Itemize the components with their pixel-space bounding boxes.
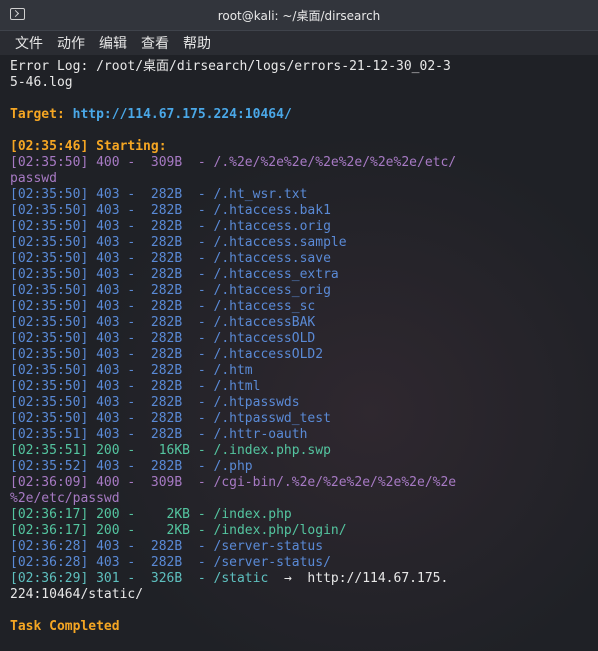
scan-result-line: [02:36:09] 400 - 309B - /cgi-bin/.%2e/%2… bbox=[10, 475, 457, 490]
scan-result-line: [02:36:17] 200 - 2KB - /index.php/login/ bbox=[10, 523, 347, 538]
task-completed-line: Task Completed bbox=[10, 619, 120, 634]
redirect-prefix: [02:36:29] 301 - 326B - /static bbox=[10, 571, 284, 586]
error-log-line: Error Log: /root/桌面/dirsearch/logs/error… bbox=[10, 59, 451, 74]
target-line: Target: http://114.67.175.224:10464/ bbox=[10, 107, 588, 123]
terminal-window: root@kali: ~/桌面/dirsearch 文件 动作 编辑 查看 帮助… bbox=[0, 0, 598, 651]
scan-result-line: [02:36:17] 200 - 2KB - /index.php bbox=[10, 507, 292, 522]
menu-bar: 文件 动作 编辑 查看 帮助 bbox=[0, 31, 598, 55]
scan-result-line: [02:35:51] 403 - 282B - /.httr-oauth bbox=[10, 427, 308, 442]
scan-result-line: passwd bbox=[10, 171, 57, 186]
terminal-icon bbox=[10, 8, 25, 20]
scan-result-line: [02:35:50] 403 - 282B - /.htaccess.orig bbox=[10, 219, 331, 234]
menu-edit[interactable]: 编辑 bbox=[99, 33, 127, 53]
scan-result-line: [02:35:50] 403 - 282B - /.htpasswd_test bbox=[10, 411, 331, 426]
arrow-icon: → bbox=[283, 571, 292, 586]
scan-result-line: [02:35:50] 403 - 282B - /.ht_wsr.txt bbox=[10, 187, 308, 202]
scan-result-line: [02:35:50] 403 - 282B - /.htm bbox=[10, 363, 253, 378]
window-title: root@kali: ~/桌面/dirsearch bbox=[217, 8, 381, 23]
scan-result-line: [02:35:51] 200 - 16KB - /.index.php.swp bbox=[10, 443, 331, 458]
scan-result-line: %2e/etc/passwd bbox=[10, 491, 120, 506]
scan-result-line: [02:36:28] 403 - 282B - /server-status bbox=[10, 539, 324, 554]
scan-result-line: [02:36:28] 403 - 282B - /server-status/ bbox=[10, 555, 331, 570]
scan-result-line: [02:35:52] 403 - 282B - /.php bbox=[10, 459, 253, 474]
scan-result-line: [02:35:50] 403 - 282B - /.htaccess_orig bbox=[10, 283, 331, 298]
scan-result-line: [02:35:50] 403 - 282B - /.htaccessOLD bbox=[10, 331, 316, 346]
menu-file[interactable]: 文件 bbox=[15, 33, 43, 53]
redirect-line-wrap: 224:10464/static/ bbox=[10, 587, 144, 602]
menu-view[interactable]: 查看 bbox=[141, 33, 169, 53]
scan-result-line: [02:35:50] 403 - 282B - /.htpasswds bbox=[10, 395, 300, 410]
menu-help[interactable]: 帮助 bbox=[183, 33, 211, 53]
scan-result-line: [02:35:50] 403 - 282B - /.htaccessOLD2 bbox=[10, 347, 324, 362]
scan-results: [02:35:50] 400 - 309B - /.%2e/%2e%2e/%2e… bbox=[10, 155, 588, 571]
scan-result-line: [02:35:50] 403 - 282B - /.htaccess_sc bbox=[10, 299, 316, 314]
scan-result-line: [02:35:50] 403 - 282B - /.htaccess.sampl… bbox=[10, 235, 347, 250]
scan-result-line: [02:35:50] 403 - 282B - /.html bbox=[10, 379, 261, 394]
redirect-line: [02:36:29] 301 - 326B - /static → http:/… bbox=[10, 571, 588, 587]
scan-result-line: [02:35:50] 403 - 282B - /.htaccess_extra bbox=[10, 267, 339, 282]
menu-action[interactable]: 动作 bbox=[57, 33, 85, 53]
title-bar[interactable]: root@kali: ~/桌面/dirsearch bbox=[0, 0, 598, 31]
scan-result-line: [02:35:50] 403 - 282B - /.htaccess.bak1 bbox=[10, 203, 331, 218]
redirect-target: http://114.67.175. bbox=[291, 571, 449, 586]
target-url: http://114.67.175.224:10464/ bbox=[72, 107, 292, 122]
scan-result-line: [02:35:50] 400 - 309B - /.%2e/%2e%2e/%2e… bbox=[10, 155, 457, 170]
scan-result-line: [02:35:50] 403 - 282B - /.htaccess.save bbox=[10, 251, 331, 266]
error-log-line-wrap: 5-46.log bbox=[10, 75, 73, 90]
terminal-output[interactable]: Error Log: /root/桌面/dirsearch/logs/error… bbox=[0, 55, 598, 651]
scan-result-line: [02:35:50] 403 - 282B - /.htaccessBAK bbox=[10, 315, 316, 330]
starting-line: [02:35:46] Starting: bbox=[10, 139, 167, 154]
target-label: Target: bbox=[10, 107, 73, 122]
